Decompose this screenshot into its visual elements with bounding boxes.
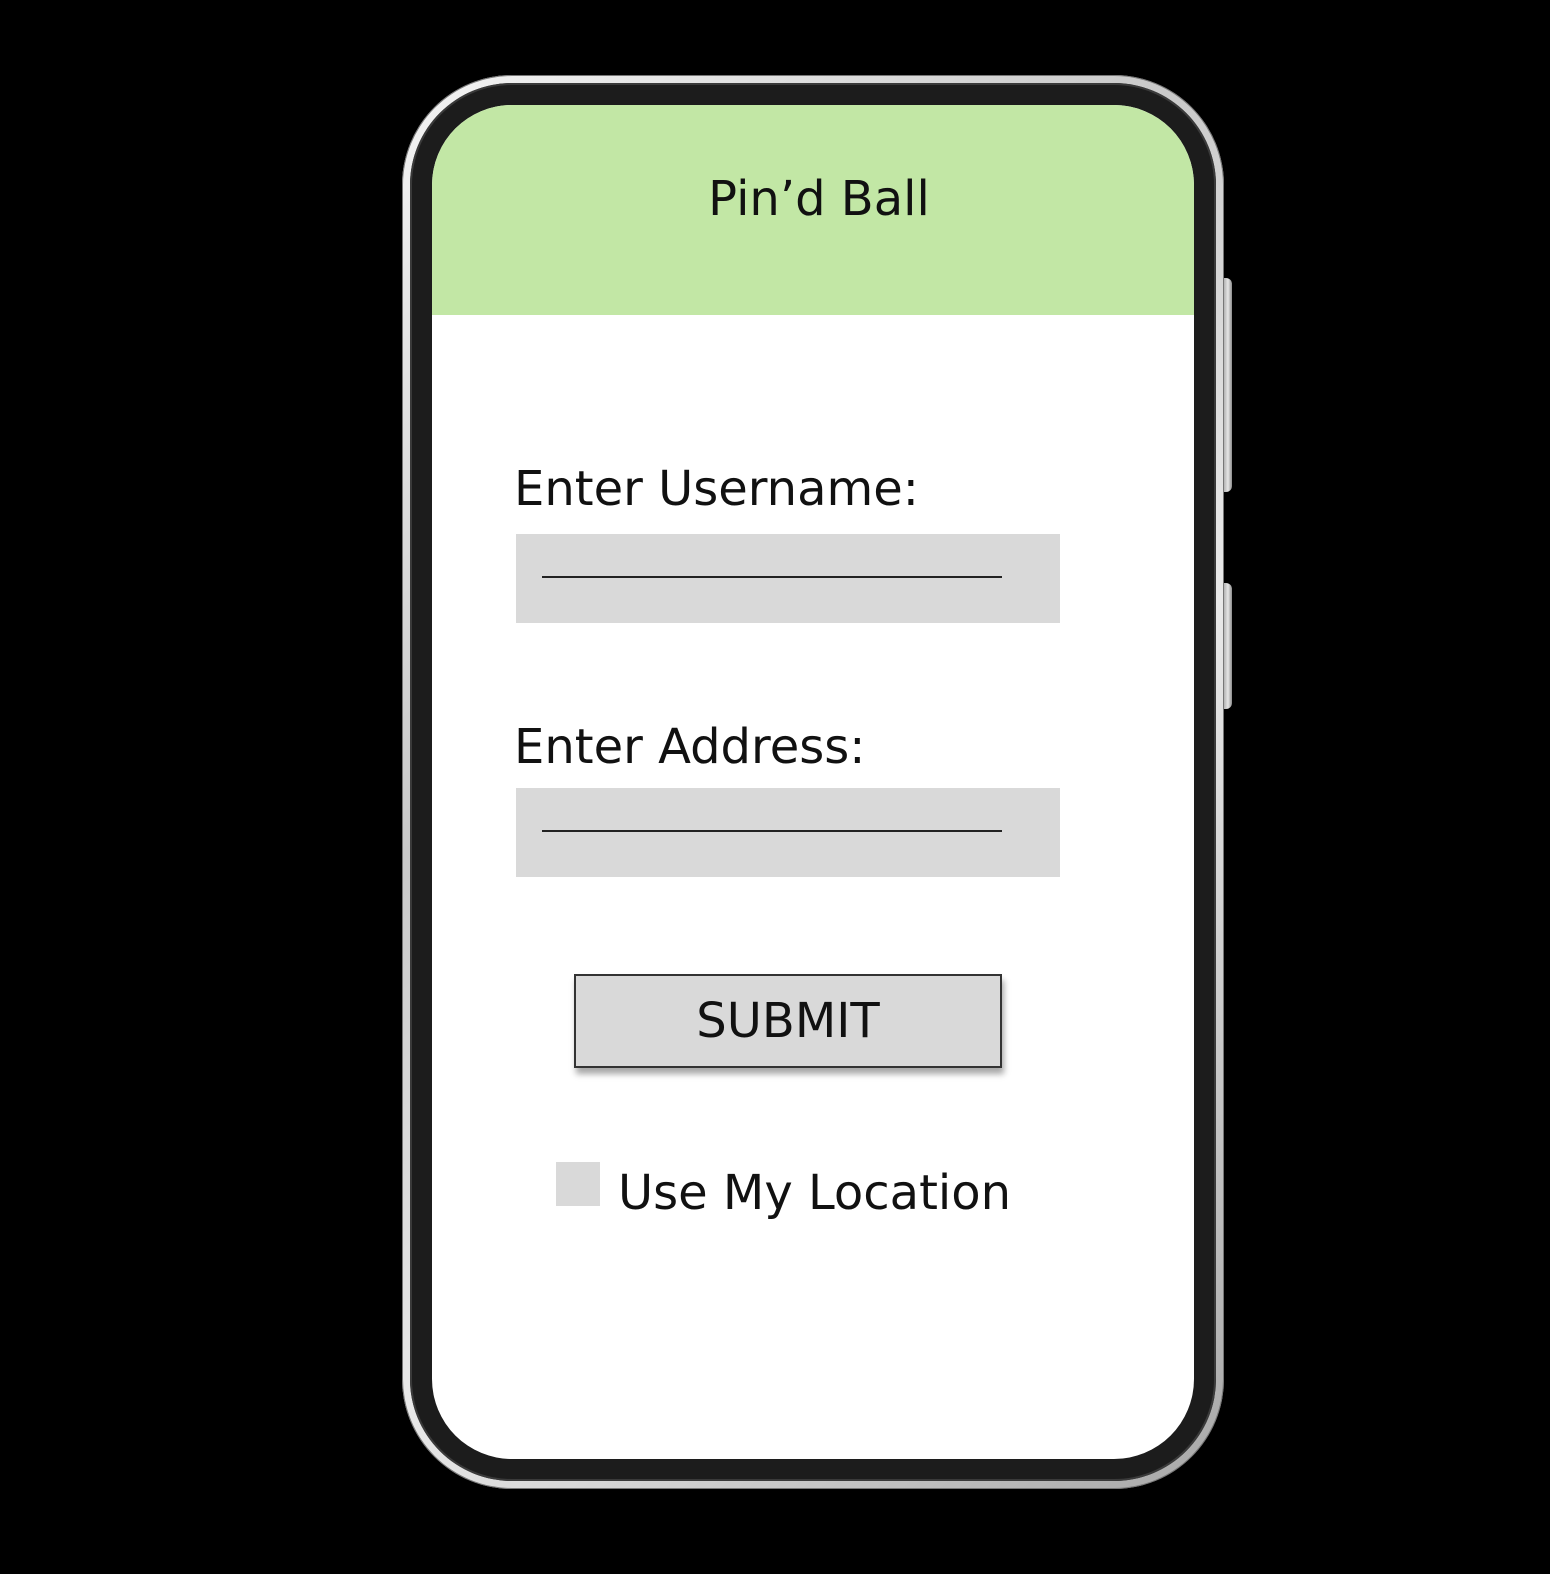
mockup-canvas: Pin’d Ball Enter Username: Enter Address… — [0, 0, 1550, 1574]
username-input[interactable] — [516, 534, 1060, 623]
app-header: Pin’d Ball — [432, 105, 1194, 315]
phone-bezel: Pin’d Ball Enter Username: Enter Address… — [410, 83, 1216, 1481]
submit-button[interactable]: SUBMIT — [574, 974, 1002, 1068]
app-title: Pin’d Ball — [708, 171, 930, 227]
address-input-underline — [542, 830, 1002, 832]
use-location-label: Use My Location — [618, 1165, 1012, 1221]
username-input-underline — [542, 576, 1002, 578]
phone-frame: Pin’d Ball Enter Username: Enter Address… — [402, 75, 1224, 1489]
username-label: Enter Username: — [514, 461, 919, 517]
address-label: Enter Address: — [514, 719, 866, 775]
address-input[interactable] — [516, 788, 1060, 877]
use-location-checkbox[interactable] — [556, 1162, 600, 1206]
phone-screen: Pin’d Ball Enter Username: Enter Address… — [432, 105, 1194, 1459]
